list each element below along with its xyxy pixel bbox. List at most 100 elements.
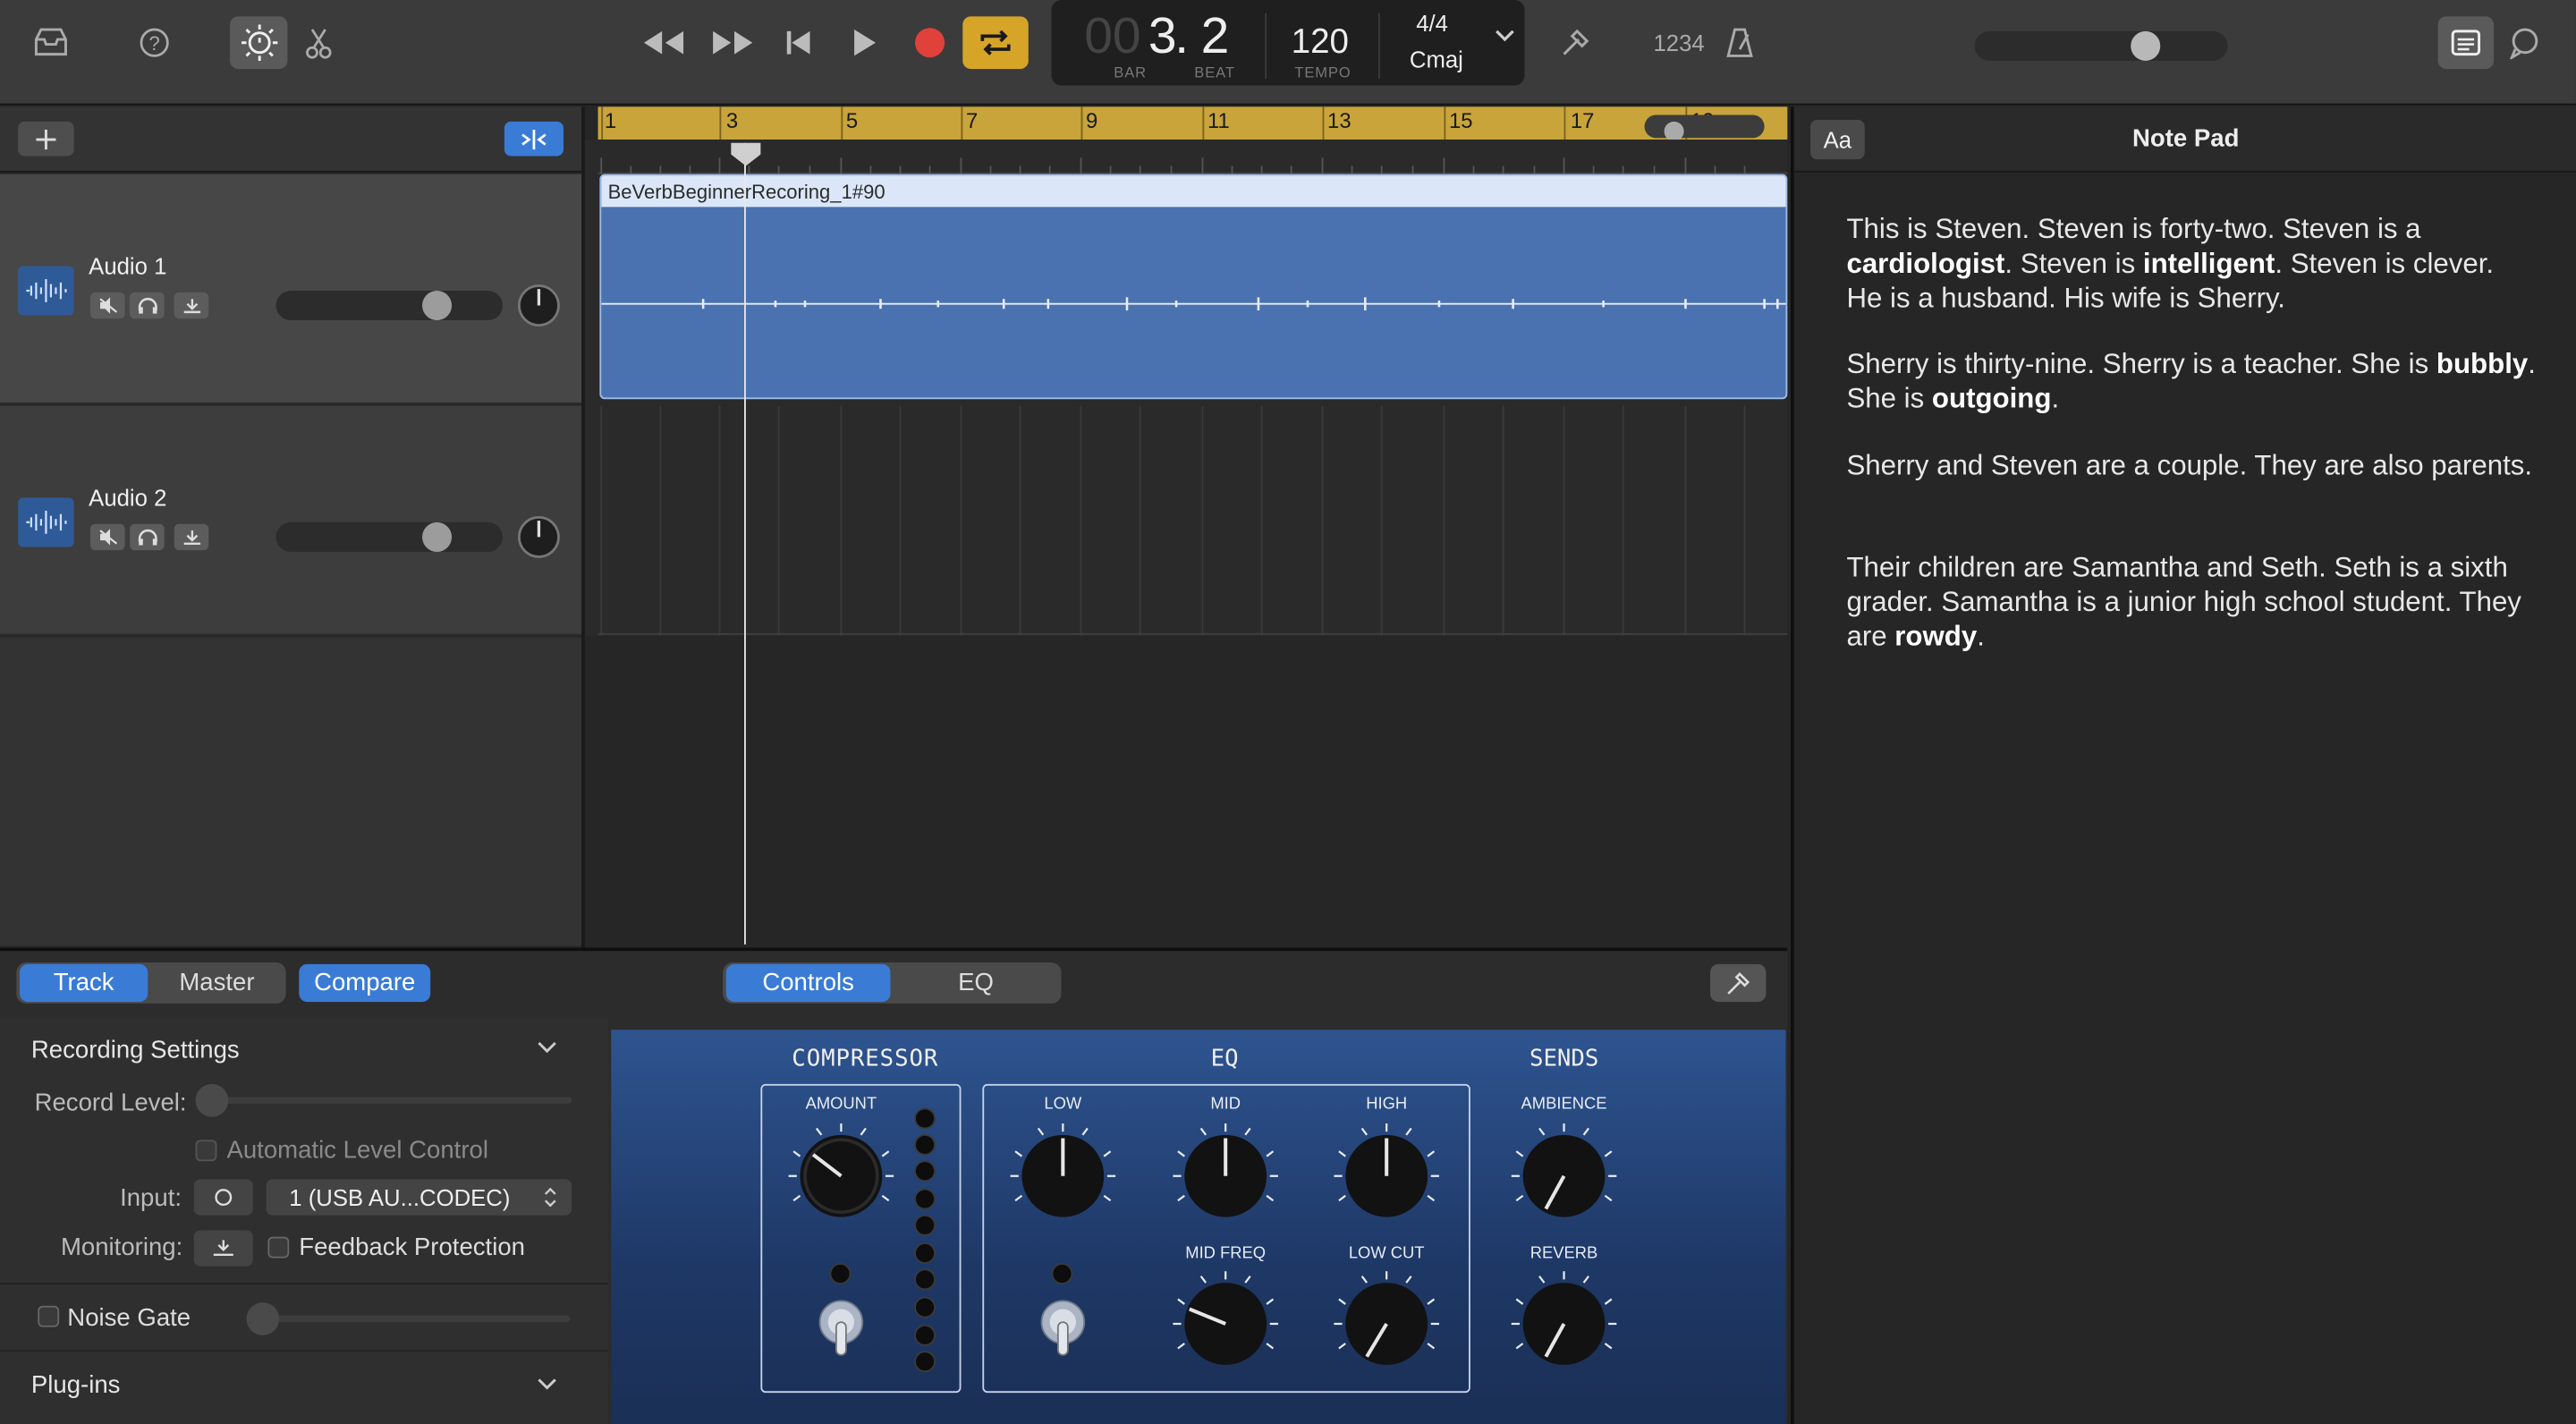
headphones-icon[interactable] bbox=[130, 523, 165, 551]
eq-toggle-switch[interactable] bbox=[1038, 1298, 1088, 1363]
zoom-slider[interactable] bbox=[1644, 114, 1765, 139]
bar-number: 3 bbox=[725, 108, 739, 133]
lcd-bar-label: BAR bbox=[1114, 64, 1148, 81]
noise-gate-knob[interactable] bbox=[246, 1302, 280, 1335]
track-volume-knob[interactable] bbox=[422, 291, 453, 321]
input-select[interactable]: 1 (USB AU...CODEC) bbox=[266, 1179, 572, 1216]
input-monitor-icon[interactable] bbox=[174, 523, 209, 551]
mid-freq-label: MID FREQ bbox=[1185, 1244, 1267, 1264]
track-name[interactable]: Audio 2 bbox=[89, 485, 166, 511]
noise-gate-slider[interactable] bbox=[246, 1315, 571, 1323]
compare-button[interactable]: Compare bbox=[299, 963, 431, 1003]
pan-knob[interactable] bbox=[518, 284, 561, 327]
ambience-knob[interactable] bbox=[1506, 1118, 1622, 1233]
track-volume-slider[interactable] bbox=[275, 291, 504, 321]
input-format-button[interactable] bbox=[193, 1179, 253, 1216]
text-run: . bbox=[2051, 382, 2060, 414]
library-icon[interactable] bbox=[25, 16, 78, 69]
lcd-time-signature: 4/4 bbox=[1416, 10, 1448, 37]
notepad-icon[interactable] bbox=[2437, 16, 2495, 70]
mid-knob[interactable] bbox=[1168, 1118, 1284, 1233]
bar-ruler[interactable]: 1 3 5 7 9 11 13 15 17 19 bbox=[597, 106, 1788, 141]
master-volume-knob[interactable] bbox=[2131, 30, 2161, 61]
tuner-icon[interactable] bbox=[1549, 16, 1602, 69]
compressor-led bbox=[829, 1263, 852, 1284]
rewind-icon[interactable] bbox=[638, 16, 691, 69]
low-cut-label: LOW CUT bbox=[1348, 1244, 1425, 1264]
input-monitor-icon[interactable] bbox=[174, 292, 209, 319]
playhead[interactable] bbox=[744, 142, 746, 945]
tab-controls[interactable]: Controls bbox=[725, 963, 891, 1003]
tuner-icon[interactable] bbox=[1710, 963, 1767, 1003]
low-cut-knob[interactable] bbox=[1329, 1267, 1445, 1382]
record-icon[interactable] bbox=[903, 16, 956, 69]
tab-eq[interactable]: EQ bbox=[894, 963, 1058, 1003]
zoom-slider-knob[interactable] bbox=[1664, 121, 1684, 141]
plugins-title[interactable]: Plug-ins bbox=[31, 1371, 121, 1399]
audio-region[interactable]: BeVerbBeginnerRecoring_1#90 bbox=[599, 174, 1788, 400]
bold-text: bubbly bbox=[2436, 348, 2529, 380]
record-level-knob[interactable] bbox=[195, 1083, 229, 1117]
lcd-display[interactable]: 00 3 . 2 BAR BEAT 120 TEMPO 4/4 Cmaj bbox=[1051, 0, 1525, 86]
lcd-bar: 3 bbox=[1148, 6, 1177, 64]
smart-controls-icon[interactable] bbox=[230, 16, 288, 70]
control-bar: ? 00 3 . 2 BAR BEAT 120 TEMPO 4/4 Cmaj 1… bbox=[0, 0, 2576, 106]
lcd-beat-label: BEAT bbox=[1194, 64, 1235, 81]
recording-settings-title[interactable]: Recording Settings bbox=[31, 1037, 240, 1064]
scissors-icon[interactable] bbox=[292, 16, 345, 69]
play-icon[interactable] bbox=[838, 16, 891, 69]
track-2-grid bbox=[597, 405, 1788, 636]
empty-tracks-area[interactable] bbox=[584, 635, 1788, 945]
track-header-audio-2[interactable]: Audio 2 bbox=[0, 405, 582, 636]
fast-forward-icon[interactable] bbox=[707, 16, 759, 69]
automatic-level-checkbox[interactable] bbox=[195, 1140, 217, 1162]
go-to-start-icon[interactable] bbox=[772, 16, 825, 69]
track-volume-slider[interactable] bbox=[275, 521, 504, 552]
track-name[interactable]: Audio 1 bbox=[89, 253, 166, 279]
track-header-audio-1[interactable]: Audio 1 bbox=[0, 174, 582, 404]
tab-track[interactable]: Track bbox=[20, 963, 148, 1003]
divider bbox=[0, 1283, 608, 1284]
eq-led bbox=[1051, 1263, 1073, 1284]
catch-playhead-button[interactable] bbox=[504, 121, 564, 157]
tracks-area[interactable]: BeVerbBeginnerRecoring_1#90 bbox=[584, 140, 1788, 945]
compressor-toggle-switch[interactable] bbox=[817, 1298, 866, 1363]
mute-icon[interactable] bbox=[90, 292, 125, 319]
tracks-header-bar bbox=[0, 106, 582, 173]
reverb-label: REVERB bbox=[1530, 1244, 1598, 1264]
record-level-slider[interactable] bbox=[197, 1097, 572, 1104]
loop-browser-icon[interactable] bbox=[2499, 16, 2552, 69]
chevron-down-icon[interactable] bbox=[536, 1039, 559, 1055]
amount-knob[interactable] bbox=[784, 1118, 899, 1233]
chevron-down-icon[interactable] bbox=[536, 1377, 559, 1393]
monitoring-button[interactable] bbox=[193, 1230, 253, 1267]
headphones-icon[interactable] bbox=[130, 292, 165, 319]
help-icon[interactable]: ? bbox=[128, 16, 181, 69]
master-volume-slider[interactable] bbox=[1974, 30, 2228, 61]
metronome-icon[interactable] bbox=[1714, 16, 1767, 69]
reverb-knob[interactable] bbox=[1506, 1267, 1622, 1382]
noise-gate-checkbox[interactable] bbox=[38, 1305, 60, 1327]
bold-text: intelligent bbox=[2142, 248, 2275, 280]
note-paragraph[interactable]: Sherry and Steven are a couple. They are… bbox=[1846, 448, 2536, 483]
track-volume-knob[interactable] bbox=[422, 521, 453, 552]
pan-knob[interactable] bbox=[518, 516, 561, 559]
lcd-divider bbox=[1377, 13, 1380, 80]
feedback-protection-checkbox[interactable] bbox=[267, 1236, 290, 1259]
note-paragraph[interactable]: This is Steven. Steven is forty-two. Ste… bbox=[1846, 212, 2536, 316]
playhead-handle[interactable] bbox=[729, 141, 762, 167]
cycle-icon[interactable] bbox=[962, 16, 1029, 70]
high-knob[interactable] bbox=[1329, 1118, 1445, 1233]
low-knob[interactable] bbox=[1005, 1118, 1121, 1233]
note-paragraph[interactable]: Sherry is thirty-nine. Sherry is a teach… bbox=[1846, 346, 2536, 415]
tab-master[interactable]: Master bbox=[150, 963, 283, 1003]
add-track-button[interactable] bbox=[18, 121, 74, 157]
chevron-down-icon[interactable] bbox=[1495, 28, 1514, 44]
mute-icon[interactable] bbox=[90, 523, 125, 551]
mid-freq-knob[interactable] bbox=[1168, 1267, 1284, 1382]
note-paragraph[interactable]: Their children are Samantha and Seth. Se… bbox=[1846, 550, 2536, 654]
text-run: . Steven is bbox=[2004, 248, 2143, 280]
font-button[interactable]: Aa bbox=[1810, 120, 1865, 160]
note-pad-title: Note Pad bbox=[2132, 124, 2240, 153]
count-in-icon[interactable]: 1234 bbox=[1649, 16, 1708, 69]
